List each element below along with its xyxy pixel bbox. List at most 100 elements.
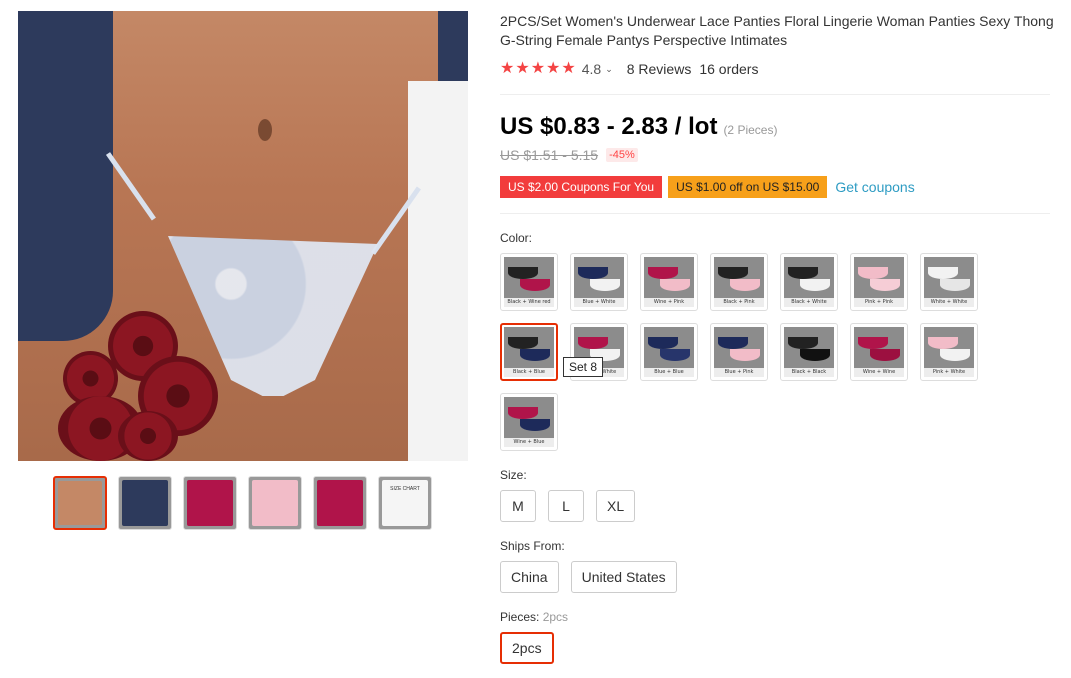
coupon-badge[interactable]: US $1.00 off on US $15.00 [668,176,828,198]
swatch-image: Wine + Wine [854,327,904,377]
thumb-3[interactable] [183,476,237,530]
pieces-selected-value: 2pcs [542,610,569,624]
panty-shape [730,349,760,361]
thumb-6[interactable]: SIZE CHART [378,476,432,530]
color-swatch[interactable]: Blue + Blue [640,323,698,381]
color-swatch[interactable]: Wine + Pink [640,253,698,311]
thumb-image [58,481,102,525]
coupon-badge[interactable]: US $2.00 Coupons For You [500,176,663,198]
swatch-image: Pink + White [924,327,974,377]
swatch-image: White + White [924,257,974,307]
color-swatch[interactable]: White + White [920,253,978,311]
swatch-caption: Wine + Blue [504,438,554,447]
swatch-image: Black + Pink [714,257,764,307]
color-swatch[interactable]: Black + Pink [710,253,768,311]
price-current: US $0.83 - 2.83 / lot [500,113,718,140]
star-icon: ★ [530,60,546,77]
color-swatch[interactable]: Black + White [780,253,838,311]
swatch-image: Black + Blue [504,327,554,377]
panty-shape [940,349,970,361]
strap-left [105,152,156,221]
swatch-image: Blue + White [574,257,624,307]
color-swatch[interactable]: Black + Wine red [500,253,558,311]
pieces-label: Pieces: 2pcs [500,610,568,624]
color-swatch[interactable]: Wine + Wine [850,323,908,381]
panty-shape [508,267,538,279]
thumb-image [252,480,298,526]
color-swatch-grid: Black + Wine red Blue + White Wine + Pink B… [500,253,978,451]
size-option[interactable]: M [500,490,536,522]
navel-shape [258,119,272,141]
swatch-image: Wine + Blue [504,397,554,447]
divider [500,213,1050,214]
panty-shape [800,349,830,361]
panty-shape [660,349,690,361]
size-option[interactable]: L [548,490,584,522]
panty-shape [858,267,888,279]
panty-shape [508,407,538,419]
panty-shape [590,279,620,291]
star-icon: ★ [546,60,561,77]
thumb-4[interactable] [248,476,302,530]
panty-shape [520,419,550,431]
rating-row: ★ ★ ★ ★ ★ 4.8 ⌄ 8 Reviews 16 orders [500,61,758,78]
divider [500,94,1050,95]
thumb-5[interactable] [313,476,367,530]
piece-option[interactable]: 2pcs [500,632,554,664]
pieces-options: 2pcs [500,632,554,664]
swatch-caption: White + White [924,298,974,307]
star-icon: ★ [561,60,576,77]
panty-shape [788,267,818,279]
size-option[interactable]: XL [596,490,636,522]
panty-shape [648,267,678,279]
panty-shape [578,267,608,279]
color-swatch[interactable]: Pink + White [920,323,978,381]
star-icon: ★ [515,60,530,77]
color-swatch[interactable]: Blue + White [570,253,628,311]
color-swatch[interactable]: Blue + Pink [710,323,768,381]
get-coupons-link[interactable]: Get coupons [835,179,914,195]
swatch-caption: Wine + Pink [644,298,694,307]
panty-shape [858,337,888,349]
thumb-1[interactable] [53,476,107,530]
panty-shape [800,279,830,291]
sleeve-right-shape [438,11,468,81]
rating-stars: ★ ★ ★ ★ ★ [500,61,576,77]
panty-shape [520,279,550,291]
panty-shape [928,337,958,349]
panty-shape [788,337,818,349]
ship-option[interactable]: China [500,561,559,593]
swatch-image: Black + Wine red [504,257,554,307]
color-swatch[interactable]: Wine + Blue [500,393,558,451]
swatch-caption: Black + Wine red [504,298,554,307]
panty-shape [508,337,538,349]
reviews-link[interactable]: 8 Reviews [627,61,692,77]
ship-option[interactable]: United States [570,561,677,593]
ships-from-options: China United States [500,561,677,593]
main-product-image[interactable] [18,11,468,461]
color-swatch[interactable]: Pink + Pink [850,253,908,311]
color-swatch[interactable]: Black + Blue [500,323,558,381]
swatch-caption: Black + Pink [714,298,764,307]
pieces-label-text: Pieces: [500,610,540,624]
thumb-image [317,480,363,526]
thumb-2[interactable] [118,476,172,530]
panty-shape [520,349,550,361]
thumbnail-strip: SIZE CHART [53,476,432,530]
rating-value[interactable]: 4.8 [582,61,601,77]
product-title: 2PCS/Set Women's Underwear Lace Panties … [500,13,1054,48]
swatch-image: Blue + Pink [714,327,764,377]
swatch-caption: Black + Blue [504,368,554,377]
price-unit-note: (2 Pieces) [723,123,778,137]
original-price-row: US $1.51 - 5.15 -45% [500,147,638,163]
thumb-image [122,480,168,526]
price-original: US $1.51 - 5.15 [500,147,599,163]
swatch-caption: Wine + Wine [854,368,904,377]
discount-badge: -45% [606,148,638,162]
panty-shape [870,279,900,291]
thumb-image [187,480,233,526]
swatch-image: Wine + Pink [644,257,694,307]
thumb-image: SIZE CHART [382,480,428,526]
chevron-down-icon[interactable]: ⌄ [605,64,613,75]
color-swatch[interactable]: Black + Black [780,323,838,381]
